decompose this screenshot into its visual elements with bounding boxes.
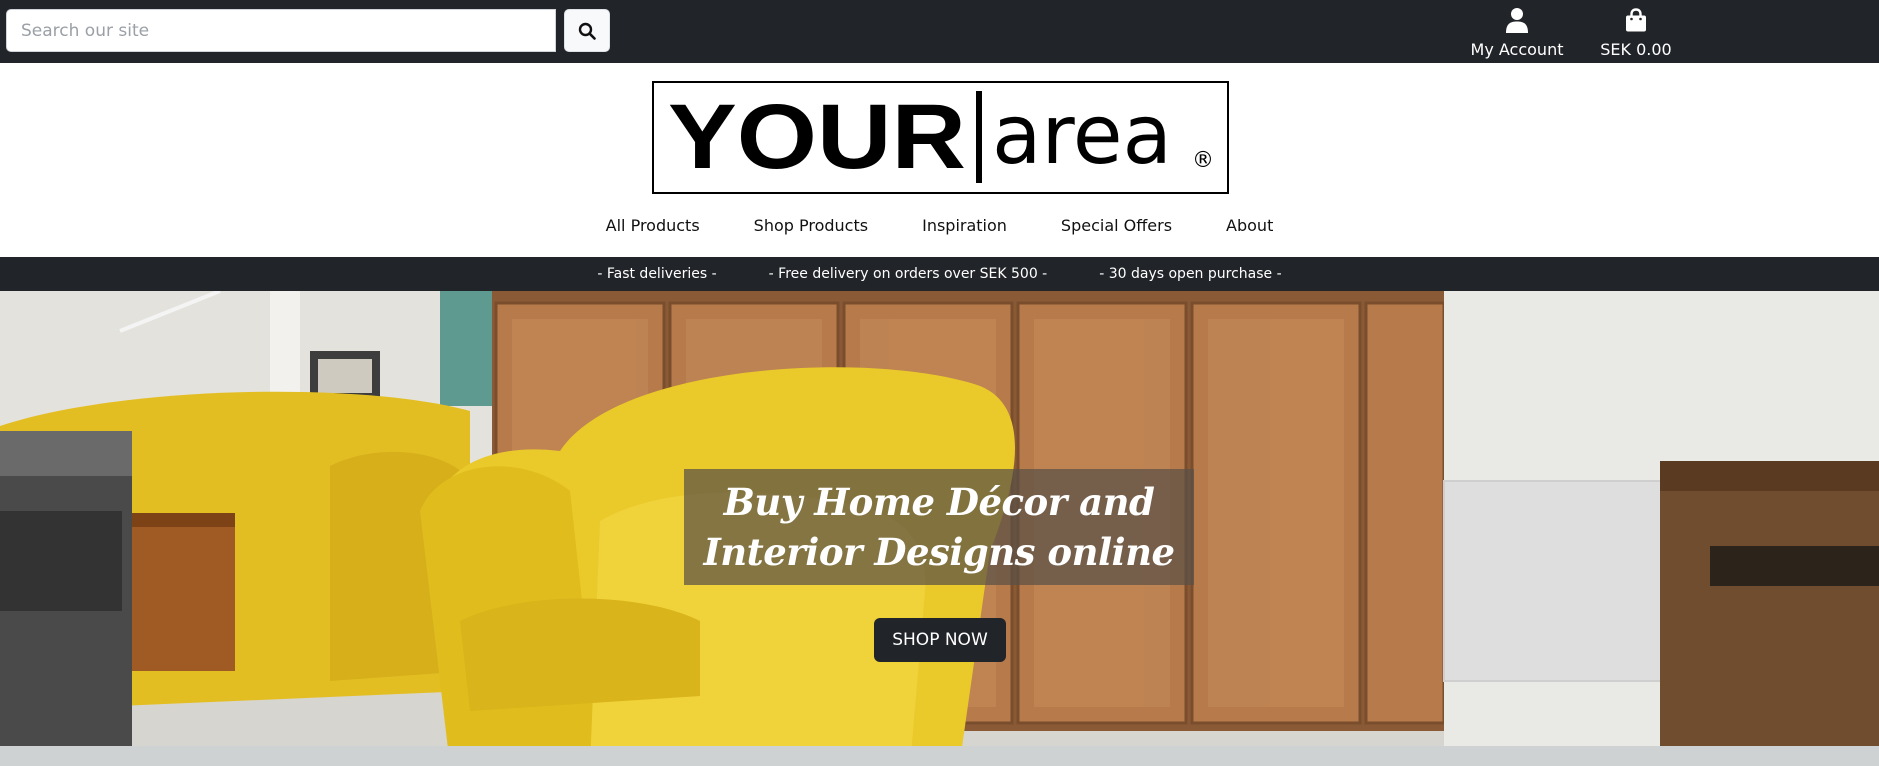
my-account-label: My Account — [1470, 40, 1564, 59]
nav-item-all-products[interactable]: All Products — [606, 216, 700, 235]
main-nav: All Products Shop Products Inspiration S… — [0, 200, 1879, 250]
shop-now-button[interactable]: SHOP NOW — [874, 618, 1006, 662]
logo-text-light: area — [992, 88, 1172, 183]
top-bar: My Account SEK 0.00 — [0, 0, 1879, 63]
search-icon — [578, 22, 596, 40]
hero-banner: Buy Home Décor and Interior Designs onli… — [0, 291, 1879, 766]
nav-item-shop-products[interactable]: Shop Products — [754, 216, 868, 235]
cart-link[interactable]: SEK 0.00 — [1590, 6, 1682, 59]
nav-item-about[interactable]: About — [1226, 216, 1273, 235]
shopping-bag-icon — [1626, 8, 1646, 32]
nav-item-special-offers[interactable]: Special Offers — [1061, 216, 1172, 235]
strip-item-fast-deliveries: - Fast deliveries - — [597, 266, 717, 282]
registered-mark: ® — [1192, 148, 1214, 173]
user-icon — [1506, 8, 1528, 33]
search-button[interactable] — [564, 9, 610, 52]
hero-title: Buy Home Décor and Interior Designs onli… — [684, 477, 1194, 577]
strip-item-free-delivery: - Free delivery on orders over SEK 500 - — [768, 266, 1048, 282]
strip-item-open-purchase: - 30 days open purchase - — [1099, 266, 1282, 282]
cart-total-label: SEK 0.00 — [1600, 40, 1672, 59]
hero-title-line-1: Buy Home Décor and — [723, 480, 1155, 524]
site-logo[interactable]: YOUR area ® — [652, 81, 1229, 194]
nav-item-inspiration[interactable]: Inspiration — [922, 216, 1007, 235]
logo-text-bold: YOUR — [668, 86, 966, 188]
search-input[interactable] — [6, 9, 556, 52]
hero-title-line-2: Interior Designs online — [703, 530, 1175, 574]
my-account-link[interactable]: My Account — [1462, 6, 1572, 59]
announcement-strip: - Fast deliveries - - Free delivery on o… — [0, 257, 1879, 291]
logo-divider — [976, 91, 982, 183]
